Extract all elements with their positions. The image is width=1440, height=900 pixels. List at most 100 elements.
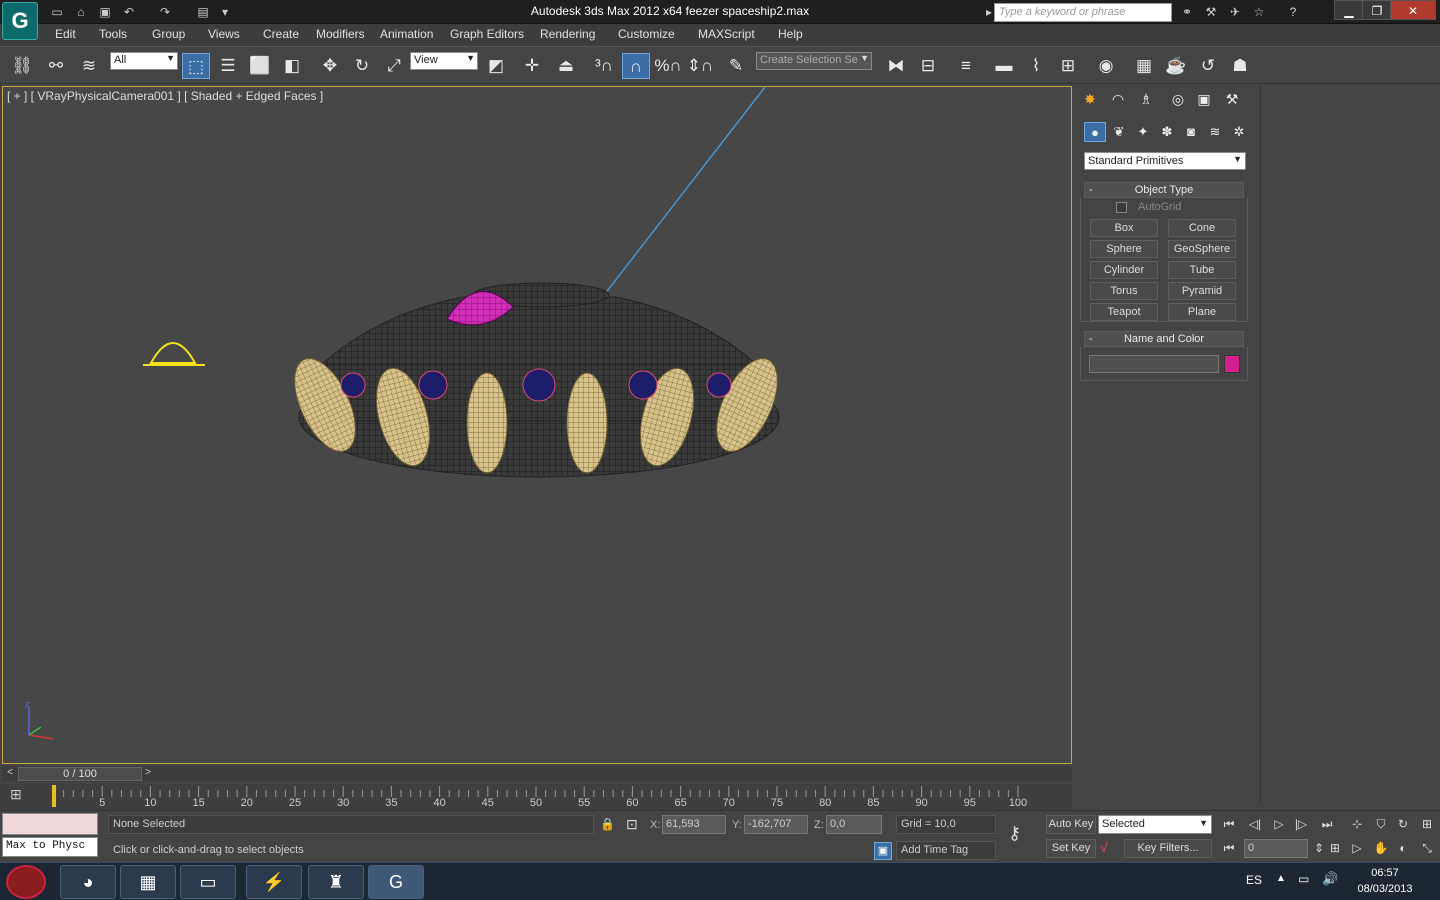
align-icon[interactable]: ⊟ xyxy=(914,53,942,79)
time-tag-icon[interactable]: ▣ xyxy=(874,842,892,860)
menu-animation[interactable]: Animation xyxy=(380,27,433,41)
teapot-button[interactable]: Teapot xyxy=(1090,303,1158,321)
rectangular-selection-icon[interactable]: ⬜ xyxy=(246,53,274,79)
zoom-icon[interactable]: ⊹ xyxy=(1346,815,1368,833)
menu-customize[interactable]: Customize xyxy=(618,27,675,41)
spinner-snap-icon[interactable]: ⇕∩ xyxy=(686,53,714,79)
mirror-icon[interactable]: ⧓ xyxy=(882,53,910,79)
tray-expand-icon[interactable]: ▲ xyxy=(1276,873,1286,884)
scale-icon[interactable]: ⤢ xyxy=(380,53,408,79)
edit-named-selection-icon[interactable]: ✎ xyxy=(722,53,750,79)
chrome-icon[interactable]: ◕ xyxy=(60,865,116,899)
spaceship-model[interactable] xyxy=(282,282,790,478)
display-tab-icon[interactable]: ▣ xyxy=(1192,88,1216,110)
zoom-extents-all-icon[interactable]: ⊞ xyxy=(1416,815,1438,833)
save-file-icon[interactable]: ▣ xyxy=(96,4,114,20)
select-and-link-icon[interactable]: ⛓ xyxy=(8,53,36,79)
select-object-icon[interactable]: ⬚ xyxy=(182,53,210,79)
go-to-start-icon[interactable]: ⏮ xyxy=(1218,815,1240,833)
media-app-icon[interactable]: ♜ xyxy=(308,865,364,899)
menu-maxscript[interactable]: MAXScript xyxy=(698,27,755,41)
file-explorer-icon[interactable]: ▦ xyxy=(120,865,176,899)
time-slider[interactable]: < 0 / 100 > xyxy=(2,766,1072,782)
schematic-view-icon[interactable]: ⊞ xyxy=(1054,53,1082,79)
next-frame-icon[interactable]: > xyxy=(142,767,154,781)
clock-time[interactable]: 06:57 xyxy=(1352,867,1418,879)
set-key-button[interactable]: Set Key xyxy=(1046,839,1096,858)
torus-button[interactable]: Torus xyxy=(1090,282,1158,300)
space-warps-icon[interactable]: ≋ xyxy=(1204,122,1226,142)
clock-date[interactable]: 08/03/2013 xyxy=(1352,883,1418,895)
network-icon[interactable]: ▭ xyxy=(1298,872,1309,886)
start-button[interactable] xyxy=(6,865,46,899)
render-production-icon[interactable]: ↺ xyxy=(1194,53,1222,79)
current-frame-marker[interactable] xyxy=(52,785,56,807)
lights-icon[interactable]: ✦ xyxy=(1132,122,1154,142)
add-time-tag[interactable]: Add Time Tag xyxy=(896,841,996,860)
selection-lock-icon[interactable]: 🔒 xyxy=(600,817,615,831)
viewport-label[interactable]: [ + ] [ VRayPhysicalCamera001 ] [ Shaded… xyxy=(7,89,323,103)
key-filters-button[interactable]: Key Filters... xyxy=(1124,839,1212,858)
maximize-button[interactable]: ❐ xyxy=(1362,0,1392,20)
key-tangent-icon[interactable]: √ xyxy=(1100,839,1108,855)
project-folder-icon[interactable]: ▤ xyxy=(194,4,212,20)
undo-icon[interactable]: ↶ xyxy=(120,4,138,20)
window-crossing-icon[interactable]: ◧ xyxy=(278,53,306,79)
pyramid-button[interactable]: Pyramid xyxy=(1168,282,1236,300)
object-category-dropdown[interactable]: Standard Primitives ▼ xyxy=(1084,152,1246,170)
menu-group[interactable]: Group xyxy=(152,27,185,41)
cylinder-button[interactable]: Cylinder xyxy=(1090,261,1158,279)
cameras-icon[interactable]: ✽ xyxy=(1156,122,1178,142)
shapes-icon[interactable]: ❦ xyxy=(1108,122,1130,142)
percent-snap-icon[interactable]: %∩ xyxy=(654,53,682,79)
unlink-icon[interactable]: ⚯ xyxy=(42,53,70,79)
helpers-icon[interactable]: ◙ xyxy=(1180,122,1202,142)
new-file-icon[interactable]: ▭ xyxy=(48,4,66,20)
favorites-icon[interactable]: ☆ xyxy=(1250,4,1268,20)
communication-icon[interactable]: ✈ xyxy=(1226,4,1244,20)
search-input[interactable]: Type a keyword or phrase xyxy=(994,3,1172,22)
menu-graph-editors[interactable]: Graph Editors xyxy=(450,27,524,41)
quick-access-dropdown-icon[interactable]: ▾ xyxy=(216,4,234,20)
bind-space-warp-icon[interactable]: ≋ xyxy=(75,53,103,79)
close-button[interactable]: ✕ xyxy=(1390,0,1436,20)
curve-editor-icon[interactable]: ⌇ xyxy=(1022,53,1050,79)
manipulate-icon[interactable]: ✛ xyxy=(518,53,546,79)
render-iterative-icon[interactable]: ☗ xyxy=(1226,53,1254,79)
menu-modifiers[interactable]: Modifiers xyxy=(316,27,365,41)
light-helper-icon[interactable] xyxy=(143,342,205,366)
perspective-viewport[interactable]: z [ + ] [ VRayPhysicalCamera001 ] [ Shad… xyxy=(2,86,1072,764)
graphite-ribbon-icon[interactable]: ▬ xyxy=(990,53,1018,79)
object-type-rollout[interactable]: - Object Type xyxy=(1084,182,1244,198)
zoom-all-icon[interactable]: ⛉ xyxy=(1370,815,1392,833)
current-frame-field[interactable]: 0 xyxy=(1244,839,1308,858)
y-coordinate-field[interactable]: -162,707 xyxy=(744,815,808,834)
scene-canvas[interactable]: z xyxy=(3,87,1072,764)
language-indicator[interactable]: ES xyxy=(1246,873,1262,887)
help-icon[interactable]: ? xyxy=(1284,4,1302,20)
redo-icon[interactable]: ↷ xyxy=(156,4,174,20)
plane-button[interactable]: Plane xyxy=(1168,303,1236,321)
create-tab-icon[interactable]: ✸ xyxy=(1078,88,1102,110)
name-and-color-rollout[interactable]: - Name and Color xyxy=(1084,331,1244,347)
maxscript-listener-input[interactable]: Max to Physc xyxy=(2,837,98,857)
key-mode-toggle-icon[interactable]: ⏮ xyxy=(1218,839,1240,857)
key-mode-dropdown[interactable]: Selected ▼ xyxy=(1098,815,1212,834)
previous-frame-icon[interactable]: < xyxy=(4,767,16,781)
orbit-icon[interactable]: ↻ xyxy=(1392,815,1414,833)
field-of-view-icon[interactable]: ▷ xyxy=(1346,839,1368,857)
z-coordinate-field[interactable]: 0,0 xyxy=(826,815,882,834)
rotate-icon[interactable]: ↻ xyxy=(348,53,376,79)
x-coordinate-field[interactable]: 61,593 xyxy=(662,815,726,834)
cone-button[interactable]: Cone xyxy=(1168,219,1236,237)
systems-icon[interactable]: ✲ xyxy=(1228,122,1250,142)
menu-views[interactable]: Views xyxy=(208,27,240,41)
selection-filter-dropdown[interactable]: All ▼ xyxy=(110,52,178,70)
previous-key-icon[interactable]: ◁| xyxy=(1244,815,1266,833)
next-key-icon[interactable]: |▷ xyxy=(1290,815,1312,833)
reference-coordinate-dropdown[interactable]: View ▼ xyxy=(410,52,478,70)
open-file-icon[interactable]: ⌂ xyxy=(72,4,90,20)
app-logo-icon[interactable]: G xyxy=(2,2,38,40)
tube-button[interactable]: Tube xyxy=(1168,261,1236,279)
time-slider-thumb[interactable]: 0 / 100 xyxy=(18,767,142,781)
